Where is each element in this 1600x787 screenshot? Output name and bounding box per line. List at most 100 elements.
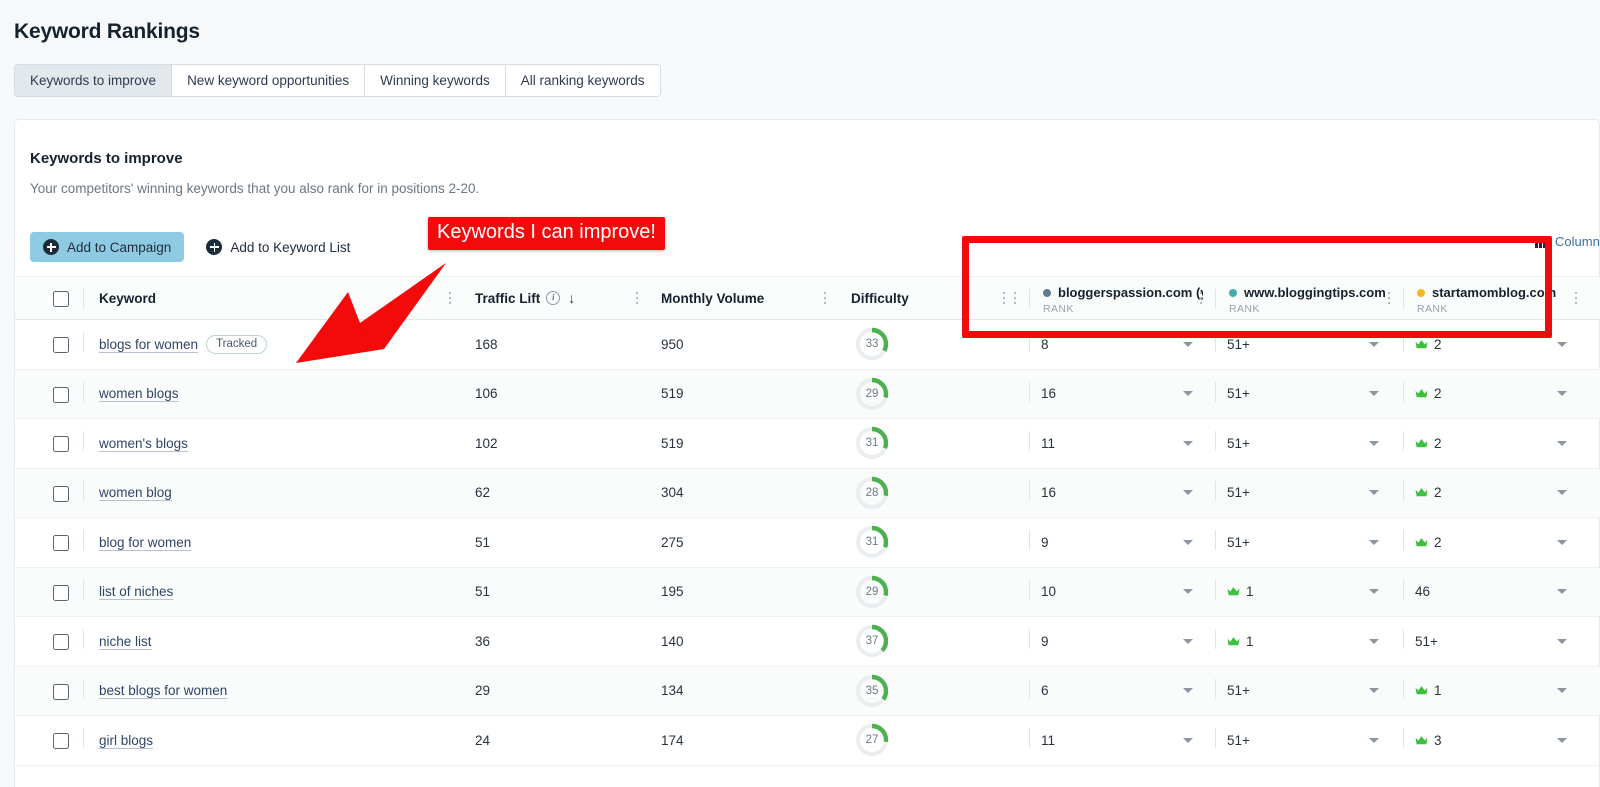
row-checkbox[interactable] bbox=[53, 337, 69, 353]
row-checkbox[interactable] bbox=[53, 634, 69, 650]
keyword-link[interactable]: girl blogs bbox=[99, 733, 153, 748]
rank-expand-caret[interactable] bbox=[1557, 518, 1567, 567]
chevron-down-icon[interactable] bbox=[1369, 639, 1379, 644]
column-menu-icon[interactable] bbox=[818, 292, 832, 304]
chevron-down-icon[interactable] bbox=[1369, 589, 1379, 594]
rank-expand-caret[interactable] bbox=[1557, 716, 1567, 765]
column-menu-icon[interactable] bbox=[630, 292, 644, 304]
chevron-down-icon[interactable] bbox=[1369, 490, 1379, 495]
chevron-down-icon[interactable] bbox=[1557, 688, 1567, 693]
row-checkbox[interactable] bbox=[53, 486, 69, 502]
tab-1[interactable]: New keyword opportunities bbox=[172, 65, 365, 96]
rank-expand-caret[interactable] bbox=[1369, 568, 1379, 617]
rank-expand-caret[interactable] bbox=[1183, 667, 1193, 716]
header-monthly-volume[interactable]: Monthly Volume bbox=[661, 277, 764, 319]
table-row[interactable]: list of niches511952910146 bbox=[15, 568, 1600, 618]
chevron-down-icon[interactable] bbox=[1183, 688, 1193, 693]
rank-expand-caret[interactable] bbox=[1183, 469, 1193, 518]
rank-expand-caret[interactable] bbox=[1183, 370, 1193, 419]
columns-button[interactable]: Columns bbox=[1555, 234, 1600, 249]
select-all-checkbox[interactable] bbox=[53, 291, 69, 307]
chevron-down-icon[interactable] bbox=[1557, 441, 1567, 446]
chevron-down-icon[interactable] bbox=[1183, 441, 1193, 446]
chevron-down-icon[interactable] bbox=[1369, 688, 1379, 693]
chevron-down-icon[interactable] bbox=[1557, 342, 1567, 347]
rank-expand-caret[interactable] bbox=[1369, 419, 1379, 468]
chevron-down-icon[interactable] bbox=[1183, 738, 1193, 743]
table-row[interactable]: niche list36140379151+ bbox=[15, 617, 1600, 667]
table-row[interactable]: women blog62304281651+2 bbox=[15, 469, 1600, 519]
chevron-down-icon[interactable] bbox=[1183, 490, 1193, 495]
rank-expand-caret[interactable] bbox=[1557, 568, 1567, 617]
keyword-link[interactable]: list of niches bbox=[99, 584, 173, 599]
rank-expand-caret[interactable] bbox=[1369, 617, 1379, 666]
table-row[interactable]: women blogs106519291651+2 bbox=[15, 370, 1600, 420]
column-menu-icon[interactable] bbox=[1569, 292, 1583, 304]
chevron-down-icon[interactable] bbox=[1557, 540, 1567, 545]
table-row[interactable]: best blogs for women2913435651+1 bbox=[15, 667, 1600, 717]
row-checkbox[interactable] bbox=[53, 733, 69, 749]
tab-3[interactable]: All ranking keywords bbox=[506, 65, 660, 96]
chevron-down-icon[interactable] bbox=[1369, 391, 1379, 396]
chevron-down-icon[interactable] bbox=[1183, 639, 1193, 644]
tab-2[interactable]: Winning keywords bbox=[365, 65, 506, 96]
column-menu-icon[interactable] bbox=[1382, 292, 1396, 304]
keyword-link[interactable]: best blogs for women bbox=[99, 683, 227, 698]
keyword-link[interactable]: blogs for women bbox=[99, 337, 198, 352]
header-domain-1[interactable]: www.bloggingtips.com bbox=[1229, 285, 1386, 300]
rank-expand-caret[interactable] bbox=[1183, 716, 1193, 765]
column-menu-icon[interactable] bbox=[1008, 292, 1022, 304]
rank-expand-caret[interactable] bbox=[1369, 469, 1379, 518]
rank-expand-caret[interactable] bbox=[1557, 320, 1567, 369]
rank-expand-caret[interactable] bbox=[1183, 419, 1193, 468]
keyword-link[interactable]: blog for women bbox=[99, 535, 191, 550]
add-to-keyword-list-button[interactable]: Add to Keyword List bbox=[202, 232, 363, 262]
rank-expand-caret[interactable] bbox=[1183, 617, 1193, 666]
chevron-down-icon[interactable] bbox=[1369, 441, 1379, 446]
keyword-link[interactable]: women's blogs bbox=[99, 436, 188, 451]
rank-expand-caret[interactable] bbox=[1369, 518, 1379, 567]
chevron-down-icon[interactable] bbox=[1369, 342, 1379, 347]
chevron-down-icon[interactable] bbox=[1183, 342, 1193, 347]
chevron-down-icon[interactable] bbox=[1369, 738, 1379, 743]
rank-expand-caret[interactable] bbox=[1557, 667, 1567, 716]
info-icon[interactable]: i bbox=[546, 291, 560, 305]
table-row[interactable]: blog for women5127531951+2 bbox=[15, 518, 1600, 568]
rank-expand-caret[interactable] bbox=[1183, 320, 1193, 369]
rank-expand-caret[interactable] bbox=[1557, 370, 1567, 419]
chevron-down-icon[interactable] bbox=[1557, 490, 1567, 495]
row-checkbox[interactable] bbox=[53, 684, 69, 700]
chevron-down-icon[interactable] bbox=[1183, 540, 1193, 545]
chevron-down-icon[interactable] bbox=[1183, 589, 1193, 594]
header-keyword[interactable]: Keyword bbox=[99, 277, 156, 319]
rank-expand-caret[interactable] bbox=[1557, 469, 1567, 518]
rank-expand-caret[interactable] bbox=[1369, 320, 1379, 369]
keyword-link[interactable]: niche list bbox=[99, 634, 152, 649]
row-checkbox[interactable] bbox=[53, 387, 69, 403]
header-traffic-lift[interactable]: Traffic Lifti↓ bbox=[475, 277, 575, 319]
table-row[interactable]: blogs for womenTracked16895033851+2 bbox=[15, 320, 1600, 370]
rank-expand-caret[interactable] bbox=[1557, 617, 1567, 666]
column-menu-icon[interactable] bbox=[1194, 292, 1208, 304]
chevron-down-icon[interactable] bbox=[1369, 540, 1379, 545]
rank-expand-caret[interactable] bbox=[1369, 667, 1379, 716]
grid-view-icon[interactable] bbox=[1535, 239, 1546, 248]
chevron-down-icon[interactable] bbox=[1557, 639, 1567, 644]
chevron-down-icon[interactable] bbox=[1557, 738, 1567, 743]
row-checkbox[interactable] bbox=[53, 535, 69, 551]
rank-expand-caret[interactable] bbox=[1369, 370, 1379, 419]
column-menu-icon[interactable] bbox=[443, 292, 457, 304]
row-checkbox[interactable] bbox=[53, 585, 69, 601]
rank-expand-caret[interactable] bbox=[1183, 518, 1193, 567]
chevron-down-icon[interactable] bbox=[1557, 391, 1567, 396]
header-domain-2[interactable]: startamomblog.com bbox=[1417, 285, 1556, 300]
row-checkbox[interactable] bbox=[53, 436, 69, 452]
rank-expand-caret[interactable] bbox=[1557, 419, 1567, 468]
chevron-down-icon[interactable] bbox=[1183, 391, 1193, 396]
rank-expand-caret[interactable] bbox=[1369, 716, 1379, 765]
sort-descending-icon[interactable]: ↓ bbox=[568, 290, 575, 306]
add-to-campaign-button[interactable]: Add to Campaign bbox=[30, 232, 184, 262]
header-difficulty[interactable]: Difficulty bbox=[851, 277, 909, 319]
header-domain-0[interactable]: bloggerspassion.com (y bbox=[1043, 285, 1203, 300]
rank-expand-caret[interactable] bbox=[1183, 568, 1193, 617]
